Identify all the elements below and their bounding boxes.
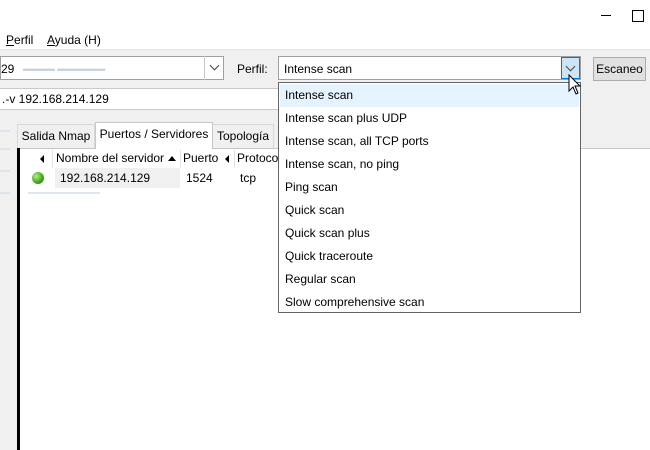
panel-border xyxy=(17,148,20,450)
minimize-button[interactable] xyxy=(596,6,616,24)
column-protocol[interactable]: Protoco xyxy=(237,150,278,168)
cell-port: 1524 xyxy=(186,171,213,185)
profile-select[interactable]: Intense scan xyxy=(278,56,581,80)
sort-arrow-left-icon[interactable] xyxy=(40,150,44,168)
hosts-panel xyxy=(0,120,14,450)
maximize-button[interactable] xyxy=(628,6,648,24)
profile-option[interactable]: Quick scan plus xyxy=(280,222,579,245)
profile-value: Intense scan xyxy=(284,62,353,76)
column-port[interactable]: Puerto xyxy=(183,150,229,168)
command-value: .-v 192.168.214.129 xyxy=(2,92,109,106)
chevron-down-icon xyxy=(209,60,220,71)
profile-dropdown-list: Intense scan Intense scan plus UDP Inten… xyxy=(278,82,581,313)
profile-option[interactable]: Ping scan xyxy=(280,176,579,199)
sort-arrow-icon xyxy=(224,154,229,163)
profile-option[interactable]: Intense scan xyxy=(280,84,579,107)
profile-option[interactable]: Slow comprehensive scan xyxy=(280,291,579,314)
target-value: 29 xyxy=(1,62,15,76)
scan-button[interactable]: Escaneo xyxy=(593,57,646,81)
chevron-down-icon xyxy=(565,61,576,72)
cell-protocol: tcp xyxy=(240,171,257,185)
cell-host: 192.168.214.129 xyxy=(60,171,151,185)
profile-option[interactable]: Regular scan xyxy=(280,268,579,291)
column-port-label: Puerto xyxy=(183,151,219,165)
profile-option[interactable]: Quick traceroute xyxy=(280,245,579,268)
menu-profile[interactable]: Perfil xyxy=(6,33,33,47)
title-bar xyxy=(0,0,650,30)
target-dropdown-button[interactable] xyxy=(204,56,224,80)
column-server-label: Nombre del servidor xyxy=(56,151,165,165)
profile-option[interactable]: Quick scan xyxy=(280,199,579,222)
profile-option[interactable]: Intense scan, all TCP ports xyxy=(280,130,579,153)
tab-ports-hosts[interactable]: Puertos / Servidores xyxy=(95,122,213,149)
column-server-name[interactable]: Nombre del servidor xyxy=(56,150,177,168)
command-input[interactable]: .-v 192.168.214.129 xyxy=(0,88,290,110)
tab-nmap-output[interactable]: Salida Nmap xyxy=(17,124,95,148)
target-input[interactable]: 29 ▬▬▬▬ ▬▬▬▬▬▬ xyxy=(0,56,224,80)
sort-ascending-icon xyxy=(168,156,177,162)
target-ghost-text: ▬▬▬▬ ▬▬▬▬▬▬ xyxy=(23,64,106,73)
mouse-cursor-icon xyxy=(568,74,582,95)
profile-option[interactable]: Intense scan plus UDP xyxy=(280,107,579,130)
profile-label: Perfil: xyxy=(237,62,268,76)
ghost-row xyxy=(28,192,100,194)
menu-help[interactable]: Ayuda (H) xyxy=(47,33,101,47)
host-up-icon xyxy=(32,172,44,184)
tab-topology[interactable]: Topología xyxy=(212,124,274,148)
profile-option[interactable]: Intense scan, no ping xyxy=(280,153,579,176)
